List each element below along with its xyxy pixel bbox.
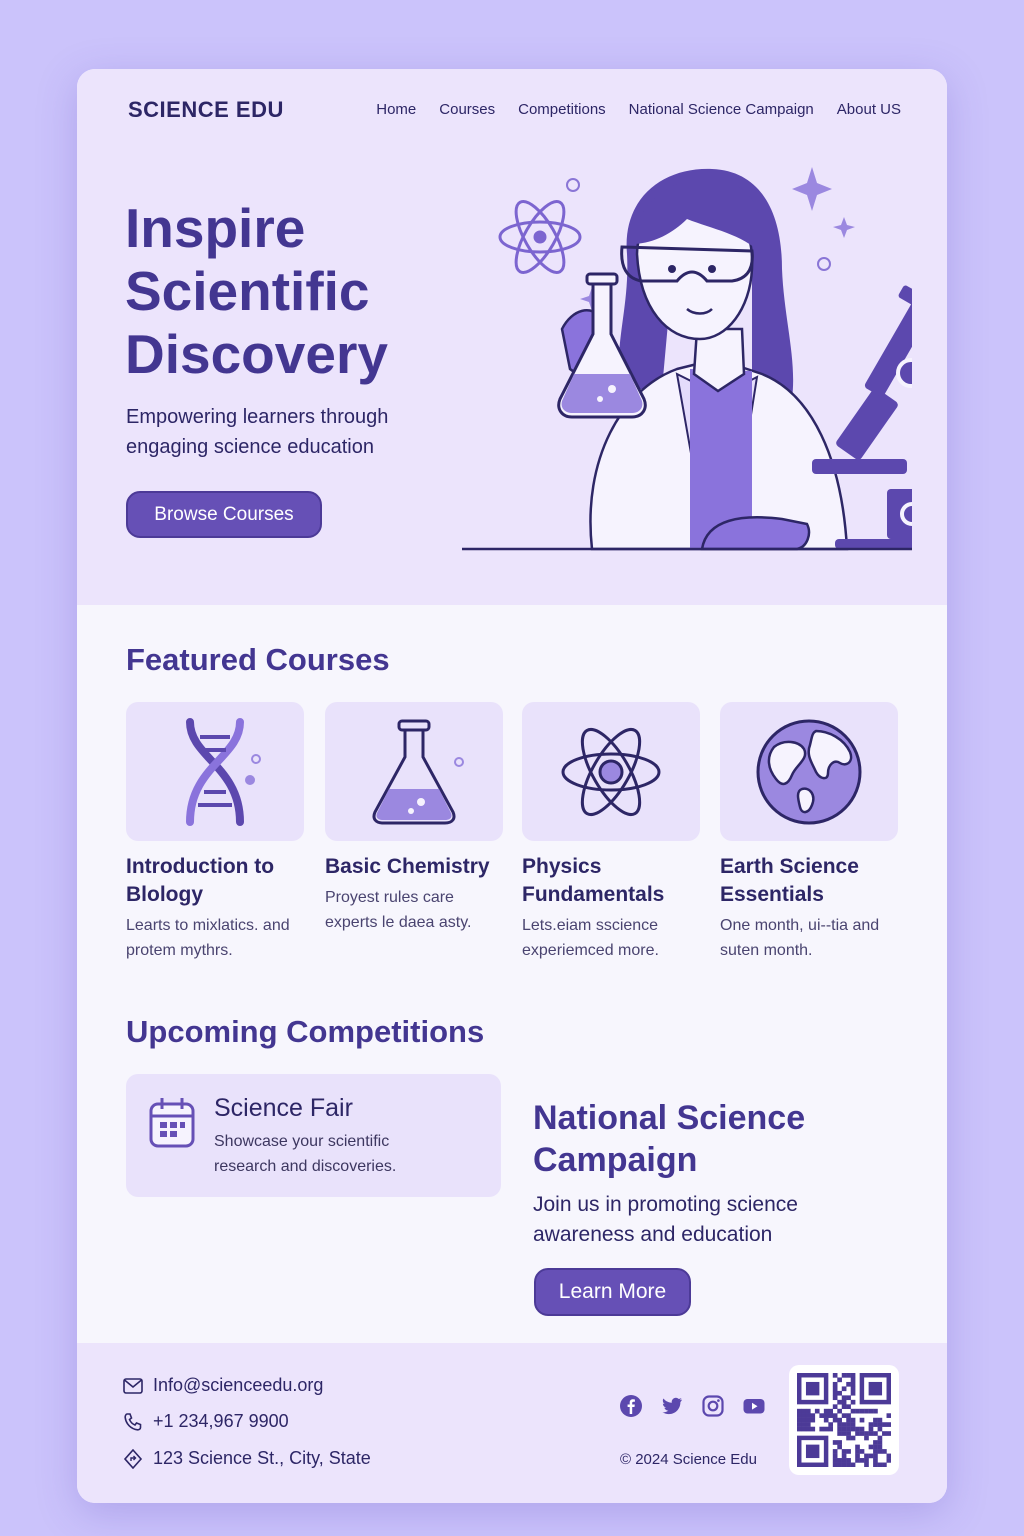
sparkle-icon bbox=[792, 167, 832, 211]
copyright: © 2024 Science Edu bbox=[620, 1451, 757, 1468]
course-title: Earth Science Essentials bbox=[720, 855, 859, 906]
course-title: Introduction to Blology bbox=[126, 855, 275, 906]
course-card-earth-science[interactable]: Earth Science Essentials One month, ui--… bbox=[720, 702, 898, 963]
course-desc: Learts to mixlatics. and protem mythrs. bbox=[126, 917, 290, 959]
calendar-icon bbox=[149, 1098, 195, 1148]
course-desc: Proyest rules care experts le daea asty. bbox=[325, 889, 472, 931]
brand-logo[interactable]: SCIENCE EDU bbox=[128, 97, 284, 123]
bubble-icon bbox=[566, 178, 580, 192]
contact-email[interactable]: Info@scienceedu.org bbox=[123, 1375, 323, 1396]
course-thumb bbox=[325, 702, 503, 841]
course-thumb bbox=[522, 702, 700, 841]
competition-desc: Showcase your scientific research and di… bbox=[214, 1133, 397, 1175]
course-thumb bbox=[720, 702, 898, 841]
atom-icon bbox=[498, 200, 582, 274]
globe-icon bbox=[756, 719, 862, 824]
nav-home[interactable]: Home bbox=[376, 101, 416, 118]
course-title: Physics Fundamentals bbox=[522, 855, 665, 906]
email-text: Info@scienceedu.org bbox=[153, 1375, 324, 1395]
instagram-icon[interactable] bbox=[701, 1394, 725, 1418]
course-card-physics[interactable]: Physics Fundamentals Lets.eiam sscience … bbox=[522, 702, 700, 963]
browse-courses-button[interactable]: Browse Courses bbox=[126, 491, 322, 538]
footer: Info@scienceedu.org +1 234,967 9900 123 … bbox=[77, 1343, 947, 1503]
atom-icon bbox=[561, 727, 661, 816]
facebook-icon[interactable] bbox=[619, 1394, 643, 1418]
course-thumb bbox=[126, 702, 304, 841]
course-title: Basic Chemistry bbox=[325, 855, 490, 878]
competition-card-science-fair[interactable]: Science Fair Showcase your scientific re… bbox=[126, 1074, 501, 1197]
nav-national-science-campaign[interactable]: National Science Campaign bbox=[629, 101, 814, 118]
nav-courses[interactable]: Courses bbox=[439, 101, 495, 118]
hero-title: Inspire Scientific Discovery bbox=[125, 197, 388, 385]
featured-courses-title: Featured Courses bbox=[126, 642, 390, 677]
nav-competitions[interactable]: Competitions bbox=[518, 101, 606, 118]
qr-code-image bbox=[797, 1373, 891, 1467]
campaign-subtitle: Join us in promoting science awareness a… bbox=[533, 1193, 798, 1246]
main-nav: Home Courses Competitions National Scien… bbox=[376, 101, 901, 118]
social-links bbox=[619, 1394, 766, 1418]
location-icon bbox=[123, 1448, 143, 1469]
nav-about-us[interactable]: About US bbox=[837, 101, 901, 118]
competition-name: Science Fair bbox=[214, 1094, 353, 1122]
course-card-chemistry[interactable]: Basic Chemistry Proyest rules care exper… bbox=[325, 702, 503, 935]
page-card: SCIENCE EDU Home Courses Competitions Na… bbox=[77, 69, 947, 1503]
course-card-biology[interactable]: Introduction to Blology Learts to mixlat… bbox=[126, 702, 304, 963]
twitter-icon[interactable] bbox=[660, 1394, 684, 1418]
qr-code[interactable] bbox=[789, 1365, 899, 1475]
dna-icon bbox=[186, 717, 261, 826]
scientist-illustration bbox=[462, 167, 912, 551]
flask-icon bbox=[372, 719, 464, 824]
learn-more-button[interactable]: Learn More bbox=[534, 1268, 691, 1316]
hero-section: SCIENCE EDU Home Courses Competitions Na… bbox=[77, 69, 947, 605]
phone-text: +1 234,967 9900 bbox=[153, 1411, 289, 1431]
youtube-icon[interactable] bbox=[742, 1394, 766, 1418]
address-text: 123 Science St., City, State bbox=[153, 1448, 371, 1468]
campaign-title: National Science Campaign bbox=[533, 1099, 806, 1179]
phone-icon bbox=[124, 1412, 142, 1431]
upcoming-competitions-title: Upcoming Competitions bbox=[126, 1014, 485, 1049]
contact-address[interactable]: 123 Science St., City, State bbox=[123, 1448, 371, 1469]
hero-subtitle: Empowering learners through engaging sci… bbox=[126, 406, 389, 458]
mail-icon bbox=[123, 1377, 143, 1394]
course-desc: One month, ui--tia and suten month. bbox=[720, 917, 880, 959]
course-desc: Lets.eiam sscience experiemced more. bbox=[522, 917, 659, 959]
contact-phone[interactable]: +1 234,967 9900 bbox=[123, 1411, 289, 1432]
